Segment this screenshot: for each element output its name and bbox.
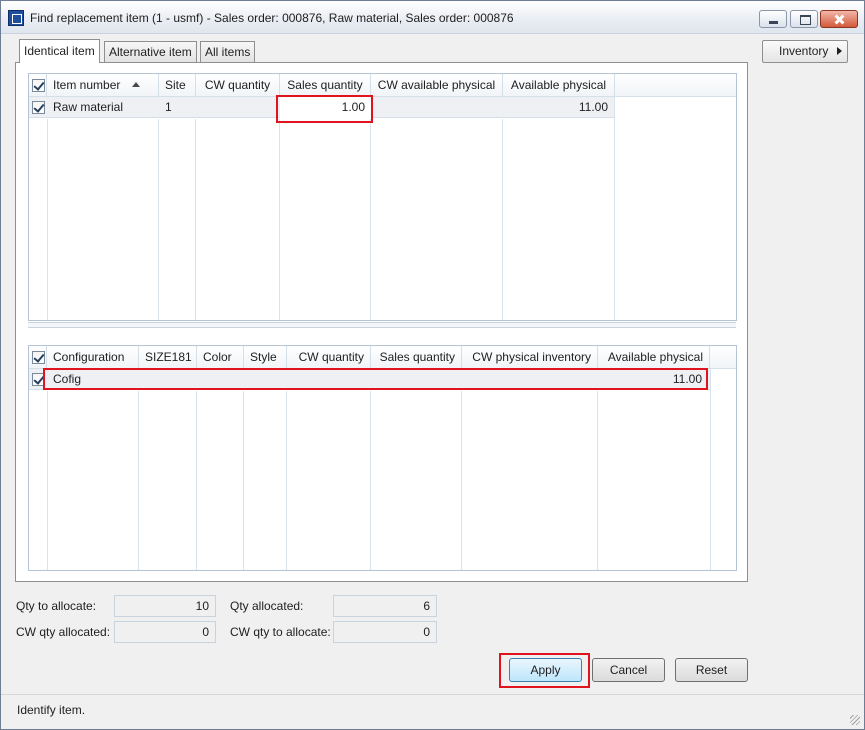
cw-qty-allocated-label: CW qty allocated: bbox=[16, 625, 111, 639]
col-site[interactable]: Site bbox=[159, 74, 196, 97]
qty-allocated-field: 6 bbox=[333, 595, 437, 617]
col-color[interactable]: Color bbox=[197, 346, 244, 369]
column-divider bbox=[196, 391, 197, 570]
tab-identical-item[interactable]: Identical item bbox=[19, 39, 100, 63]
cell-available-physical: 11.00 bbox=[578, 100, 608, 114]
find-replacement-item-window: Find replacement item (1 - usmf) - Sales… bbox=[0, 0, 865, 730]
col-cw-quantity[interactable]: CW quantity bbox=[196, 74, 280, 97]
status-bar: Identify item. bbox=[1, 694, 864, 729]
cell-cw-available-physical bbox=[371, 97, 503, 118]
app-icon bbox=[8, 10, 24, 26]
column-divider bbox=[243, 391, 244, 570]
cw-qty-to-allocate-field: 0 bbox=[333, 621, 437, 643]
col-style[interactable]: Style bbox=[244, 346, 287, 369]
col-cw-quantity[interactable]: CW quantity bbox=[287, 346, 371, 369]
sales-quantity-highlight bbox=[276, 95, 373, 123]
tab-all-items[interactable]: All items bbox=[200, 41, 256, 62]
column-divider bbox=[286, 391, 287, 570]
col-item-number-label: Item number bbox=[53, 78, 121, 92]
cw-qty-to-allocate-label: CW qty to allocate: bbox=[230, 625, 331, 639]
column-divider bbox=[138, 391, 139, 570]
maximize-button[interactable] bbox=[790, 10, 818, 28]
apply-button-highlight bbox=[499, 653, 590, 688]
configuration-grid-header: Configuration SIZE181 Color Style CW qua… bbox=[29, 346, 736, 369]
col-sales-quantity[interactable]: Sales quantity bbox=[280, 74, 371, 97]
qty-to-allocate-label: Qty to allocate: bbox=[16, 599, 97, 613]
column-divider bbox=[158, 119, 159, 320]
cancel-button[interactable]: Cancel bbox=[592, 658, 665, 682]
col-size181[interactable]: SIZE181 bbox=[139, 346, 197, 369]
col-sales-quantity[interactable]: Sales quantity bbox=[371, 346, 462, 369]
col-available-physical[interactable]: Available physical bbox=[598, 346, 710, 369]
item-grid-header: Item number Site CW quantity Sales quant… bbox=[29, 74, 736, 97]
select-all-checkbox-cell[interactable] bbox=[29, 74, 47, 97]
column-divider bbox=[47, 119, 48, 320]
column-divider bbox=[461, 391, 462, 570]
arrow-right-icon bbox=[837, 47, 842, 55]
window-title: Find replacement item (1 - usmf) - Sales… bbox=[30, 11, 514, 25]
status-text: Identify item. bbox=[17, 703, 86, 717]
configuration-row-highlight bbox=[43, 368, 708, 390]
row-select-checkbox[interactable] bbox=[32, 101, 45, 114]
select-all-checkbox[interactable] bbox=[32, 79, 45, 92]
column-divider bbox=[279, 119, 280, 320]
minimize-button[interactable] bbox=[759, 10, 787, 28]
select-all-checkbox[interactable] bbox=[32, 351, 45, 364]
select-all-checkbox-cell[interactable] bbox=[29, 346, 47, 369]
column-divider bbox=[47, 391, 48, 570]
reset-button[interactable]: Reset bbox=[675, 658, 748, 682]
close-button[interactable] bbox=[820, 10, 858, 28]
column-divider bbox=[370, 119, 371, 320]
grid-splitter[interactable] bbox=[28, 322, 736, 328]
qty-allocated-label: Qty allocated: bbox=[230, 599, 304, 613]
column-divider bbox=[502, 119, 503, 320]
col-cw-available-physical[interactable]: CW available physical bbox=[371, 74, 503, 97]
cell-item-number: Raw material bbox=[53, 100, 124, 114]
column-divider bbox=[614, 97, 615, 320]
item-grid[interactable]: Item number Site CW quantity Sales quant… bbox=[28, 73, 737, 321]
col-item-number[interactable]: Item number bbox=[47, 74, 159, 97]
col-cw-physical-inventory[interactable]: CW physical inventory bbox=[462, 346, 598, 369]
cell-cw-quantity bbox=[196, 97, 280, 118]
sort-ascending-icon bbox=[132, 82, 141, 87]
title-bar[interactable]: Find replacement item (1 - usmf) - Sales… bbox=[1, 1, 864, 34]
resize-grip-icon[interactable] bbox=[850, 715, 860, 725]
column-divider bbox=[370, 391, 371, 570]
qty-to-allocate-field: 10 bbox=[114, 595, 216, 617]
inventory-button-label: Inventory bbox=[779, 44, 829, 58]
cw-qty-allocated-field: 0 bbox=[114, 621, 216, 643]
cell-site: 1 bbox=[165, 100, 172, 114]
tab-alternative-item[interactable]: Alternative item bbox=[104, 41, 197, 62]
column-divider bbox=[195, 119, 196, 320]
inventory-menu-button[interactable]: Inventory bbox=[762, 40, 848, 63]
col-configuration[interactable]: Configuration bbox=[47, 346, 139, 369]
column-divider bbox=[597, 391, 598, 570]
column-divider bbox=[710, 369, 711, 570]
col-available-physical[interactable]: Available physical bbox=[503, 74, 615, 97]
